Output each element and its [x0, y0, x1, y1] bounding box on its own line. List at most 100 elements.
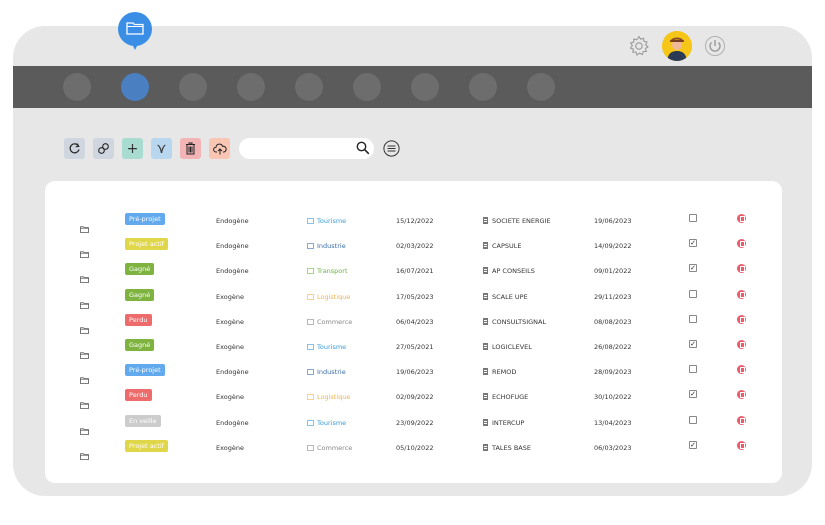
nav-item-2[interactable] [121, 73, 149, 101]
nav-item-5[interactable] [295, 73, 323, 101]
sector-label: Logistique [307, 292, 350, 302]
company-name[interactable]: SCALE UPE [483, 292, 528, 302]
folder-icon[interactable] [80, 218, 89, 237]
delete-row-icon[interactable] [737, 239, 746, 249]
start-date: 02/03/2022 [396, 242, 434, 251]
delete-row-icon[interactable] [737, 340, 746, 349]
building-icon [483, 217, 488, 224]
status-badge[interactable]: Pré-projet [125, 364, 165, 377]
filter-icon: ⋎ [156, 140, 167, 157]
end-date: 30/10/2022 [594, 393, 632, 402]
user-avatar[interactable] [662, 31, 692, 61]
add-button[interactable]: + [122, 138, 143, 159]
link-icon [97, 142, 110, 155]
search-box[interactable] [239, 138, 374, 162]
nav-item-4[interactable] [237, 73, 265, 101]
folder-icon[interactable] [80, 319, 89, 338]
company-name[interactable]: TALES BASE [483, 443, 531, 453]
link-button[interactable] [93, 138, 114, 159]
upload-button[interactable] [209, 138, 230, 159]
status-badge[interactable]: Perdu [125, 313, 152, 326]
row-checkbox[interactable] [689, 415, 697, 424]
company-name[interactable]: CONSULTSIGNAL [483, 317, 546, 327]
delete-row-icon[interactable] [737, 264, 746, 274]
row-checkbox[interactable]: ✓ [689, 440, 697, 449]
status-badge[interactable]: Gagné [125, 339, 155, 351]
folder-icon[interactable] [80, 369, 89, 388]
search-input[interactable] [239, 140, 349, 162]
folder-icon[interactable] [80, 243, 89, 262]
status-badge[interactable]: Projet actif [125, 439, 168, 452]
origin-type: Exogène [216, 343, 244, 351]
origin-type: Exogène [216, 393, 244, 402]
delete-button[interactable] [180, 138, 201, 159]
nav-item-6[interactable] [353, 73, 381, 101]
row-checkbox[interactable] [689, 314, 697, 323]
delete-row-icon[interactable] [737, 289, 746, 299]
building-icon [483, 343, 488, 350]
folder-icon[interactable] [80, 294, 89, 313]
filter-button[interactable]: ⋎ [151, 138, 172, 159]
company-name[interactable]: LOGICLEVEL [483, 342, 532, 352]
row-checkbox[interactable] [689, 289, 697, 298]
folder-icon[interactable] [80, 445, 89, 464]
status-badge[interactable]: Projet actif [125, 238, 168, 251]
status-badge[interactable]: En veille [125, 414, 161, 427]
refresh-button[interactable] [64, 138, 85, 159]
building-icon [483, 242, 488, 250]
power-icon[interactable] [704, 35, 726, 57]
table-row: En veille Endogène Tourisme 23/09/2022 INTER… [45, 414, 782, 435]
row-checkbox[interactable] [689, 214, 697, 222]
row-checkbox[interactable]: ✓ [689, 340, 697, 348]
status-badge[interactable]: Perdu [125, 389, 152, 402]
status-badge[interactable]: Gagné [125, 288, 155, 301]
company-name[interactable]: REMOD [483, 367, 516, 377]
sector-label: Industrie [307, 367, 346, 377]
plus-icon: + [126, 140, 139, 157]
row-checkbox[interactable]: ✓ [689, 390, 697, 399]
sector-label: Tourisme [307, 342, 346, 352]
start-date: 15/12/2022 [396, 217, 434, 225]
company-name[interactable]: INTERCUP [483, 418, 524, 428]
folder-pin[interactable] [118, 12, 152, 50]
nav-item-9[interactable] [527, 73, 555, 101]
building-icon [483, 418, 488, 426]
delete-row-icon[interactable] [737, 365, 746, 375]
refresh-icon [68, 142, 81, 155]
nav-item-8[interactable] [469, 73, 497, 101]
origin-type: Endogène [216, 368, 249, 377]
company-name[interactable]: CAPSULE [483, 241, 522, 251]
delete-row-icon[interactable] [737, 390, 746, 400]
row-checkbox[interactable]: ✓ [689, 239, 697, 248]
company-name[interactable]: ECHOFUGE [483, 392, 528, 402]
end-date: 26/08/2022 [594, 343, 632, 351]
folder-icon[interactable] [80, 420, 89, 439]
factory-icon [307, 369, 314, 376]
company-name[interactable]: AP CONSEILS [483, 266, 535, 276]
origin-type: Endogène [216, 418, 249, 427]
nav-item-1[interactable] [63, 73, 91, 101]
beach-icon [307, 218, 314, 224]
delete-row-icon[interactable] [737, 440, 746, 450]
nav-item-3[interactable] [179, 73, 207, 101]
table-row: Projet actif Endogène Industrie 02/03/2022 C… [45, 238, 782, 259]
folder-icon[interactable] [80, 394, 89, 413]
search-icon[interactable] [356, 141, 370, 155]
table-row: Gagné Exogène Logistique 17/05/2023 SCALE UP… [45, 288, 782, 309]
status-badge[interactable]: Gagné [125, 263, 155, 276]
folder-icon[interactable] [80, 344, 89, 363]
delete-row-icon[interactable] [737, 314, 746, 324]
folder-icon[interactable] [80, 268, 89, 287]
status-badge[interactable]: Pré-projet [125, 213, 165, 225]
end-date: 14/09/2022 [594, 242, 632, 251]
row-checkbox[interactable] [689, 365, 697, 374]
delete-row-icon[interactable] [737, 415, 746, 425]
row-checkbox[interactable]: ✓ [689, 264, 697, 273]
nav-item-7[interactable] [411, 73, 439, 101]
company-name[interactable]: SOCIETE ENERGIE [483, 216, 551, 226]
list-menu-icon[interactable] [383, 140, 400, 157]
gear-icon[interactable] [628, 35, 650, 57]
table-row: Pré-projet Endogène Tourisme 15/12/2022 SOCI… [45, 213, 782, 233]
delete-row-icon[interactable] [737, 214, 746, 223]
building-icon [483, 393, 488, 401]
